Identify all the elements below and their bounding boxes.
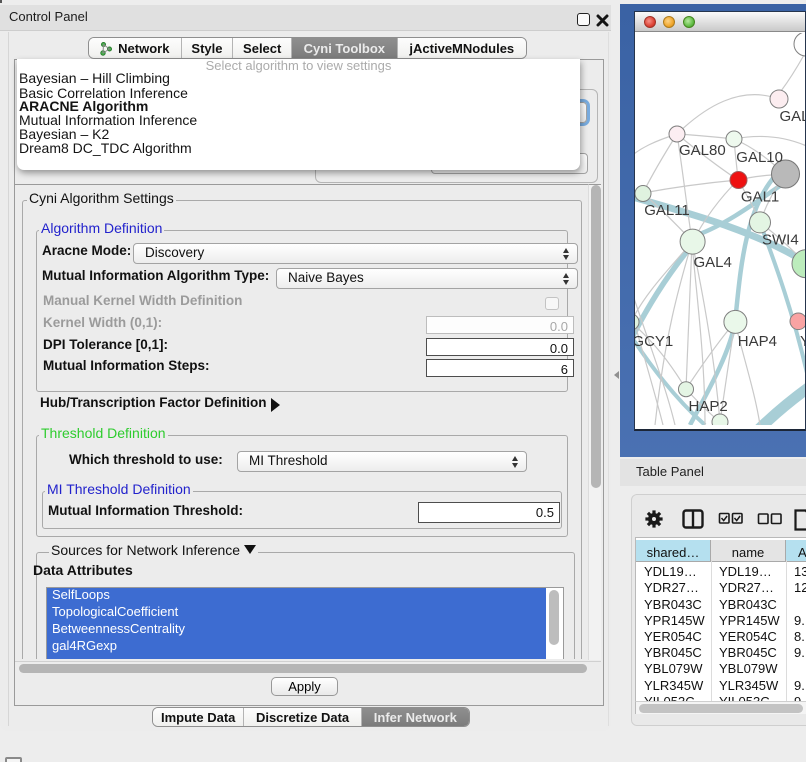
svg-text:GAL7: GAL7 <box>780 108 806 125</box>
svg-text:GAL80: GAL80 <box>679 142 726 159</box>
svg-text:GAL10: GAL10 <box>736 149 783 166</box>
svg-text:GAL11: GAL11 <box>644 202 690 219</box>
svg-text:Y: Y <box>800 333 805 350</box>
svg-text:GCY1: GCY1 <box>635 333 673 350</box>
svg-text:HAP2: HAP2 <box>689 398 728 415</box>
svg-text:HAP4: HAP4 <box>738 333 777 350</box>
svg-text:GAL4: GAL4 <box>694 254 732 271</box>
svg-text:GAL1: GAL1 <box>741 189 779 206</box>
svg-text:SWI4: SWI4 <box>762 232 799 249</box>
